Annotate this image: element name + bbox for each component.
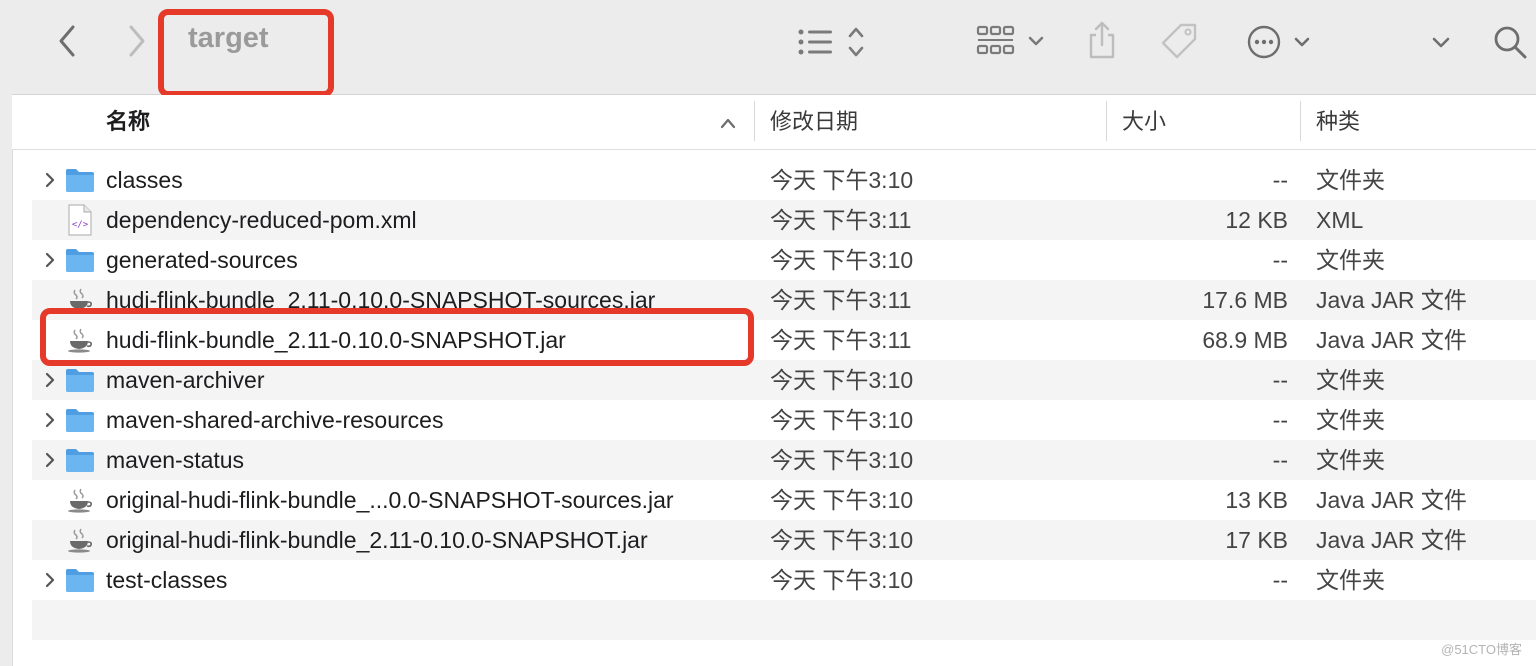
column-date[interactable]: 修改日期 — [770, 95, 858, 149]
more-icon[interactable] — [1242, 22, 1332, 62]
folder-icon — [64, 440, 96, 480]
file-kind: 文件夹 — [1316, 367, 1385, 393]
file-kind: Java JAR 文件 — [1316, 527, 1467, 553]
file-name: original-hudi-flink-bundle_...0.0-SNAPSH… — [106, 487, 674, 513]
column-divider[interactable] — [1300, 101, 1301, 141]
file-name: generated-sources — [106, 247, 298, 273]
table-row[interactable]: original-hudi-flink-bundle_...0.0-SNAPSH… — [32, 480, 1536, 520]
file-name: dependency-reduced-pom.xml — [106, 207, 417, 233]
disclosure-chevron-icon[interactable] — [40, 400, 60, 440]
table-row[interactable]: original-hudi-flink-bundle_2.11-0.10.0-S… — [32, 520, 1536, 560]
file-size: -- — [1272, 367, 1288, 393]
file-date: 今天 下午3:10 — [770, 407, 914, 433]
file-name: test-classes — [106, 567, 228, 593]
column-divider[interactable] — [754, 101, 755, 141]
file-name: maven-archiver — [106, 367, 265, 393]
empty-row — [32, 600, 1536, 640]
folder-icon — [64, 240, 96, 280]
file-size: 12 KB — [1225, 207, 1288, 233]
file-kind: XML — [1316, 207, 1364, 233]
file-name: maven-status — [106, 447, 245, 473]
file-date: 今天 下午3:10 — [770, 567, 914, 593]
svg-text:</>: </> — [72, 220, 89, 230]
file-date: 今天 下午3:10 — [770, 447, 914, 473]
disclosure-chevron-icon[interactable] — [40, 160, 60, 200]
column-size[interactable]: 大小 — [1122, 95, 1166, 149]
watermark: @51CTO博客 — [1441, 642, 1522, 657]
file-size: -- — [1272, 167, 1288, 193]
file-date: 今天 下午3:10 — [770, 167, 914, 193]
column-name[interactable]: 名称 — [106, 95, 150, 149]
file-kind: 文件夹 — [1316, 167, 1385, 193]
column-kind[interactable]: 种类 — [1316, 95, 1360, 149]
file-name: maven-shared-archive-resources — [106, 407, 444, 433]
folder-icon — [64, 400, 96, 440]
share-icon[interactable] — [1084, 18, 1120, 62]
file-kind: Java JAR 文件 — [1316, 287, 1467, 313]
sort-ascending-icon[interactable] — [716, 111, 740, 135]
folder-icon — [64, 160, 96, 200]
back-icon[interactable] — [50, 24, 84, 58]
file-kind: 文件夹 — [1316, 447, 1385, 473]
file-size: -- — [1272, 247, 1288, 273]
forward-icon[interactable] — [120, 24, 154, 58]
highlight-title — [158, 9, 334, 97]
column-header: 名称 修改日期 大小 种类 — [12, 95, 1536, 150]
table-row[interactable]: maven-archiver 今天 下午3:10 -- 文件夹 — [32, 360, 1536, 400]
file-name: original-hudi-flink-bundle_2.11-0.10.0-S… — [106, 527, 648, 553]
file-size: -- — [1272, 407, 1288, 433]
table-row[interactable]: test-classes 今天 下午3:10 -- 文件夹 — [32, 560, 1536, 600]
chevron-down-icon[interactable] — [1426, 28, 1456, 58]
table-row[interactable]: classes 今天 下午3:10 -- 文件夹 — [32, 160, 1536, 200]
file-kind: Java JAR 文件 — [1316, 487, 1467, 513]
list-view-icon[interactable] — [794, 22, 874, 62]
file-size: -- — [1272, 567, 1288, 593]
file-kind: 文件夹 — [1316, 407, 1385, 433]
table-row[interactable]: maven-shared-archive-resources 今天 下午3:10 -… — [32, 400, 1536, 440]
xml-file-icon: </> — [64, 200, 96, 240]
file-size: 17.6 MB — [1202, 287, 1288, 313]
highlight-jar — [40, 308, 754, 366]
tag-icon[interactable] — [1158, 20, 1202, 64]
file-date: 今天 下午3:11 — [770, 327, 912, 353]
file-date: 今天 下午3:11 — [770, 287, 912, 313]
folder-icon — [64, 360, 96, 400]
group-view-icon[interactable] — [974, 22, 1050, 62]
file-date: 今天 下午3:10 — [770, 247, 914, 273]
disclosure-chevron-icon[interactable] — [40, 440, 60, 480]
file-date: 今天 下午3:11 — [770, 207, 912, 233]
file-name: classes — [106, 167, 183, 193]
file-date: 今天 下午3:10 — [770, 527, 914, 553]
table-row[interactable]: generated-sources 今天 下午3:10 -- 文件夹 — [32, 240, 1536, 280]
file-size: 68.9 MB — [1202, 327, 1288, 353]
file-size: 13 KB — [1225, 487, 1288, 513]
java-jar-icon — [64, 520, 96, 560]
disclosure-chevron-icon[interactable] — [40, 240, 60, 280]
file-kind: 文件夹 — [1316, 567, 1385, 593]
file-size: 17 KB — [1225, 527, 1288, 553]
table-row[interactable]: </> dependency-reduced-pom.xml 今天 下午3:11 12… — [32, 200, 1536, 240]
file-kind: 文件夹 — [1316, 247, 1385, 273]
file-list: classes 今天 下午3:10 -- 文件夹 </> dependency-reduc… — [32, 160, 1536, 640]
folder-icon — [64, 560, 96, 600]
disclosure-chevron-icon[interactable] — [40, 360, 60, 400]
file-date: 今天 下午3:10 — [770, 487, 914, 513]
column-divider[interactable] — [1106, 101, 1107, 141]
search-icon[interactable] — [1488, 20, 1532, 64]
file-kind: Java JAR 文件 — [1316, 327, 1467, 353]
table-row[interactable]: maven-status 今天 下午3:10 -- 文件夹 — [32, 440, 1536, 480]
file-size: -- — [1272, 447, 1288, 473]
file-date: 今天 下午3:10 — [770, 367, 914, 393]
disclosure-chevron-icon[interactable] — [40, 560, 60, 600]
java-jar-icon — [64, 480, 96, 520]
